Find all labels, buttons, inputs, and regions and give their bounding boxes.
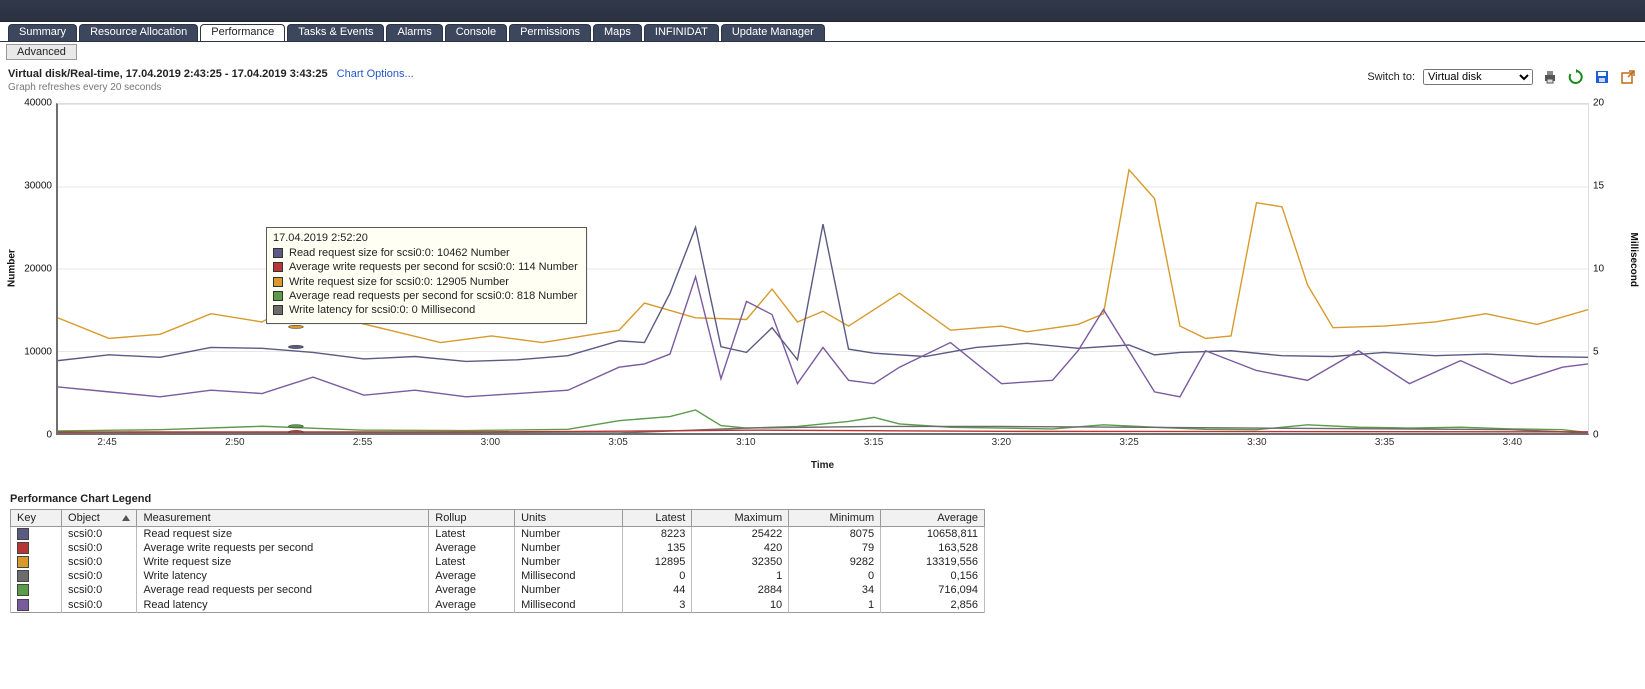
- color-chip: [17, 542, 29, 554]
- chart-header: Virtual disk/Real-time, 17.04.2019 2:43:…: [0, 62, 1645, 93]
- tab-console[interactable]: Console: [445, 24, 507, 41]
- axis-tick: 3:10: [736, 437, 755, 448]
- legend-row[interactable]: scsi0:0Average write requests per second…: [11, 541, 985, 555]
- tooltip-timestamp: 17.04.2019 2:52:20: [273, 232, 578, 244]
- axis-tick: 3:05: [608, 437, 627, 448]
- axis-tick: 3:15: [864, 437, 883, 448]
- chart-surface: 010000200003000040000 Number 05101520 Mi…: [10, 97, 1635, 477]
- axis-tick: 3:25: [1119, 437, 1138, 448]
- axis-tick: 20: [1593, 98, 1604, 109]
- tab-alarms[interactable]: Alarms: [386, 24, 442, 41]
- legend-row[interactable]: scsi0:0Read latencyAverageMillisecond310…: [11, 597, 985, 612]
- axis-tick: 3:40: [1503, 437, 1522, 448]
- tab-permissions[interactable]: Permissions: [509, 24, 591, 41]
- tooltip-row: Write request size for scsi0:0: 12905 Nu…: [273, 275, 578, 289]
- axis-tick: 40000: [10, 98, 52, 109]
- legend-header[interactable]: Object: [62, 510, 137, 527]
- y-axis-right-label: Millisecond: [1628, 233, 1639, 287]
- tab-summary[interactable]: Summary: [8, 24, 77, 41]
- legend-section: Performance Chart Legend KeyObjectMeasur…: [0, 483, 1645, 621]
- legend-table: KeyObjectMeasurementRollupUnitsLatestMax…: [10, 509, 985, 613]
- axis-tick: 10: [1593, 264, 1604, 275]
- legend-row[interactable]: scsi0:0Write latencyAverageMillisecond01…: [11, 569, 985, 583]
- tab-update-manager[interactable]: Update Manager: [721, 24, 825, 41]
- color-chip: [273, 277, 283, 287]
- tooltip-text: Average read requests per second for scs…: [289, 289, 577, 303]
- color-chip: [17, 528, 29, 540]
- legend-header[interactable]: Latest: [622, 510, 692, 527]
- axis-tick: 30000: [10, 181, 52, 192]
- color-chip: [273, 262, 283, 272]
- axis-tick: 3:30: [1247, 437, 1266, 448]
- axis-tick: 2:50: [225, 437, 244, 448]
- export-icon[interactable]: [1619, 68, 1637, 86]
- legend-header[interactable]: Maximum: [692, 510, 789, 527]
- tab-resource-allocation[interactable]: Resource Allocation: [79, 24, 198, 41]
- legend-row[interactable]: scsi0:0Average read requests per secondA…: [11, 583, 985, 597]
- tooltip-row: Average write requests per second for sc…: [273, 260, 578, 274]
- tab-performance[interactable]: Performance: [200, 24, 285, 41]
- legend-row[interactable]: scsi0:0Write request sizeLatestNumber128…: [11, 555, 985, 569]
- tab-tasks-events[interactable]: Tasks & Events: [287, 24, 384, 41]
- legend-header[interactable]: Units: [515, 510, 623, 527]
- color-chip: [273, 305, 283, 315]
- tooltip-text: Average write requests per second for sc…: [289, 260, 578, 274]
- save-icon[interactable]: [1593, 68, 1611, 86]
- switch-to-select[interactable]: Virtual disk: [1423, 69, 1533, 85]
- tooltip-text: Write latency for scsi0:0: 0 Millisecond: [289, 303, 475, 317]
- advanced-button[interactable]: Advanced: [6, 44, 77, 60]
- refresh-note: Graph refreshes every 20 seconds: [8, 82, 1367, 93]
- axis-tick: 2:55: [353, 437, 372, 448]
- legend-row[interactable]: scsi0:0Read request sizeLatestNumber8223…: [11, 527, 985, 542]
- refresh-icon[interactable]: [1567, 68, 1585, 86]
- legend-header[interactable]: Rollup: [429, 510, 515, 527]
- chart-tooltip: 17.04.2019 2:52:20 Read request size for…: [266, 227, 587, 324]
- print-icon[interactable]: [1541, 68, 1559, 86]
- tooltip-row: Write latency for scsi0:0: 0 Millisecond: [273, 303, 578, 317]
- tooltip-text: Read request size for scsi0:0: 10462 Num…: [289, 246, 510, 260]
- tab-maps[interactable]: Maps: [593, 24, 642, 41]
- axis-tick: 0: [10, 430, 52, 441]
- axis-tick: 15: [1593, 181, 1604, 192]
- axis-tick: 5: [1593, 347, 1599, 358]
- axis-tick: 3:35: [1375, 437, 1394, 448]
- x-axis-label: Time: [10, 460, 1635, 471]
- chart-area: 010000200003000040000 Number 05101520 Mi…: [0, 93, 1645, 483]
- sub-toolbar: Advanced: [0, 42, 1645, 62]
- axis-tick: 2:45: [97, 437, 116, 448]
- axis-tick: 0: [1593, 430, 1599, 441]
- legend-header[interactable]: Measurement: [137, 510, 429, 527]
- switch-to-label: Switch to:: [1367, 71, 1415, 83]
- axis-tick: 3:00: [481, 437, 500, 448]
- legend-title: Performance Chart Legend: [10, 493, 1635, 505]
- color-chip: [17, 584, 29, 596]
- color-chip: [17, 599, 29, 611]
- window-titlebar: [0, 0, 1645, 22]
- x-axis-ticks: 2:45 2:50 2:55 3:00 3:05 3:10 3:15 3:20 3:25 3:30…: [56, 437, 1589, 451]
- chart-title: Virtual disk/Real-time, 17.04.2019 2:43:…: [8, 68, 328, 80]
- tab-infinidat[interactable]: INFINIDAT: [644, 24, 719, 41]
- series-line: [58, 430, 1588, 432]
- tooltip-row: Read request size for scsi0:0: 10462 Num…: [273, 246, 578, 260]
- legend-header[interactable]: Key: [11, 510, 62, 527]
- chart-options-link[interactable]: Chart Options...: [337, 68, 414, 80]
- color-chip: [273, 248, 283, 258]
- axis-tick: 3:20: [992, 437, 1011, 448]
- legend-header[interactable]: Average: [881, 510, 985, 527]
- tab-strip: SummaryResource AllocationPerformanceTas…: [0, 22, 1645, 42]
- tooltip-row: Average read requests per second for scs…: [273, 289, 578, 303]
- axis-tick: 10000: [10, 347, 52, 358]
- color-chip: [17, 570, 29, 582]
- legend-header[interactable]: Minimum: [789, 510, 881, 527]
- color-chip: [273, 291, 283, 301]
- color-chip: [17, 556, 29, 568]
- tooltip-text: Write request size for scsi0:0: 12905 Nu…: [289, 275, 509, 289]
- y-axis-left-label: Number: [7, 249, 18, 287]
